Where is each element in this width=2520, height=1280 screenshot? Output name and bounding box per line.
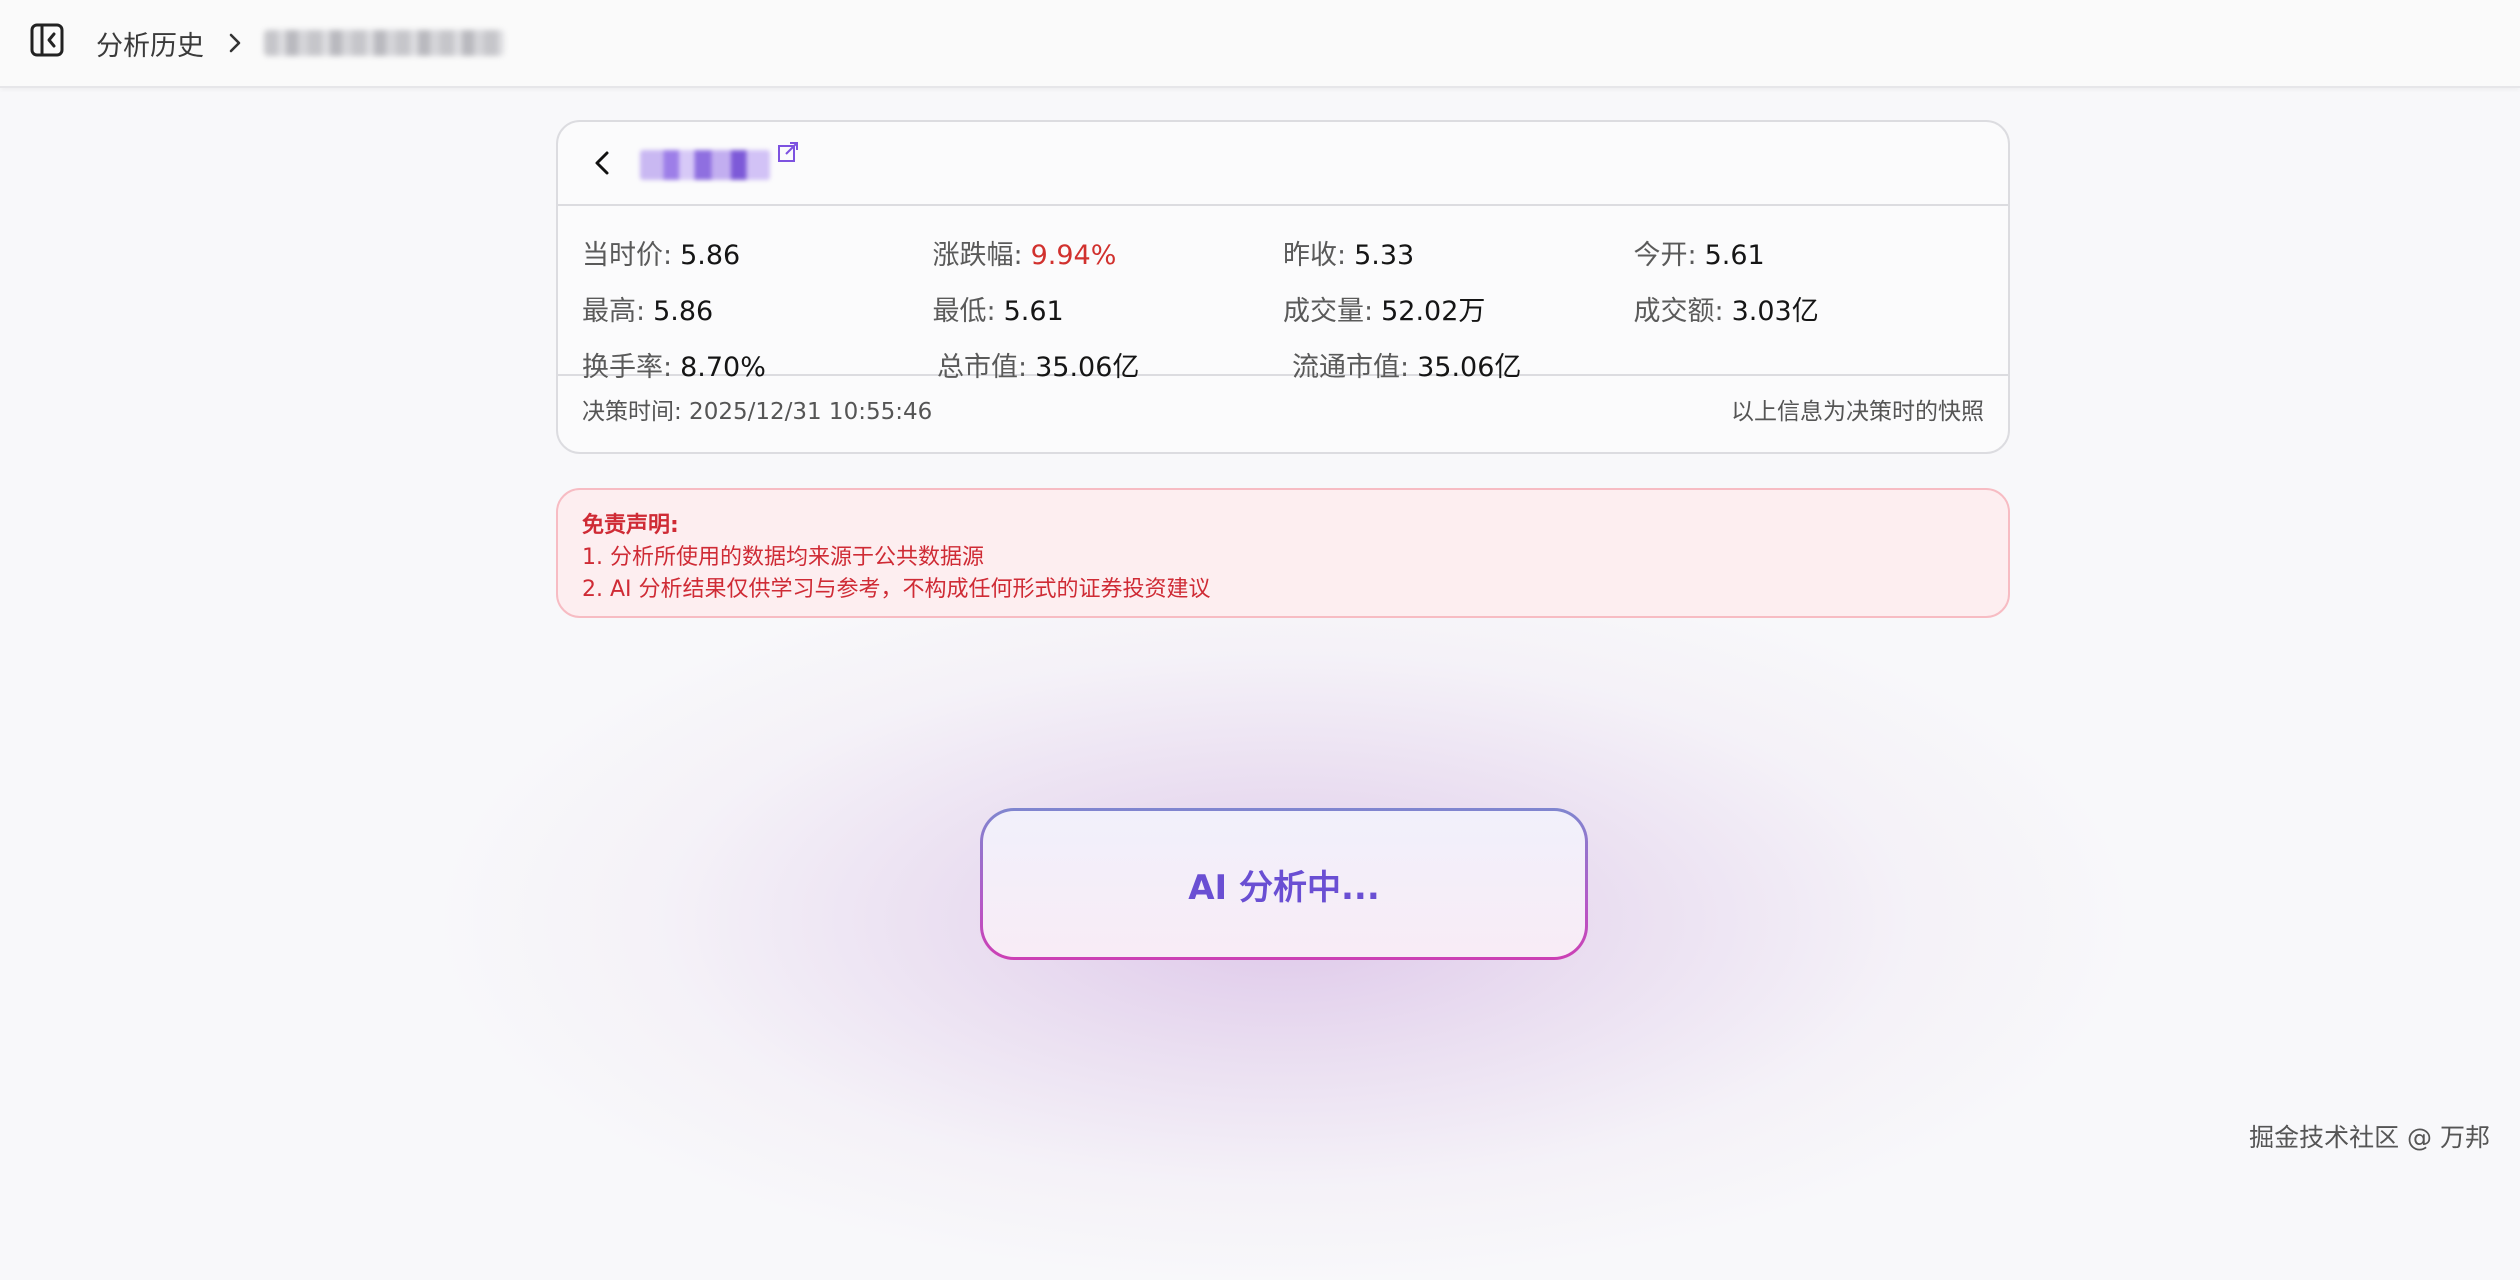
stat-value: 9.94% bbox=[1030, 239, 1117, 271]
stat-label: 成交额: bbox=[1633, 295, 1724, 327]
stat-label: 换手率: bbox=[582, 351, 673, 383]
stat-label: 昨收: bbox=[1283, 239, 1347, 271]
ai-analyzing-button[interactable]: AI 分析中... bbox=[980, 808, 1588, 960]
stat-value: 5.61 bbox=[1003, 295, 1064, 327]
stat-market-cap: 总市值: 35.06亿 bbox=[937, 345, 1292, 384]
stat-change-percent: 涨跌幅: 9.94% bbox=[933, 233, 1284, 272]
stat-high: 最高: 5.86 bbox=[582, 289, 933, 328]
stat-value: 52.02万 bbox=[1381, 295, 1486, 327]
stock-card-footer: 决策时间: 2025/12/31 10:55:46 以上信息为决策时的快照 bbox=[558, 376, 2008, 442]
snapshot-note: 以上信息为决策时的快照 bbox=[1731, 399, 1984, 425]
stat-label: 成交量: bbox=[1283, 295, 1374, 327]
stat-open: 今开: 5.61 bbox=[1634, 233, 1985, 272]
stock-snapshot-card: 当时价: 5.86 涨跌幅: 9.94% 昨收: 5.33 今开: 5.61 最高: 5.… bbox=[556, 120, 2010, 454]
breadcrumb-current-record bbox=[264, 30, 504, 56]
stat-label: 当时价: bbox=[582, 239, 673, 271]
stats-row: 当时价: 5.86 涨跌幅: 9.94% 昨收: 5.33 今开: 5.61 bbox=[582, 224, 1984, 280]
stat-turnover-amount: 成交额: 3.03亿 bbox=[1634, 289, 1985, 328]
stat-value: 5.86 bbox=[680, 239, 741, 271]
disclaimer-line: 1. 分析所使用的数据均来源于公共数据源 bbox=[582, 545, 984, 570]
stat-turnover-rate: 换手率: 8.70% bbox=[582, 345, 937, 384]
panel-collapse-icon[interactable] bbox=[30, 23, 64, 57]
chevron-left-icon[interactable] bbox=[588, 148, 618, 178]
disclaimer-box: 免责声明: 1. 分析所使用的数据均来源于公共数据源 2. AI 分析结果仅供学… bbox=[556, 488, 2010, 618]
stat-float-market-cap: 流通市值: 35.06亿 bbox=[1292, 345, 1647, 384]
stat-label: 今开: bbox=[1633, 239, 1697, 271]
stats-row: 最高: 5.86 最低: 5.61 成交量: 52.02万 成交额: 3.03亿 bbox=[582, 280, 1984, 336]
stat-prev-close: 昨收: 5.33 bbox=[1283, 233, 1634, 272]
stat-value: 35.06亿 bbox=[1035, 351, 1140, 383]
stock-card-header bbox=[558, 122, 2008, 206]
stat-current-price: 当时价: 5.86 bbox=[582, 233, 933, 272]
breadcrumb-analysis-history[interactable]: 分析历史 bbox=[96, 24, 204, 63]
stock-stats-grid: 当时价: 5.86 涨跌幅: 9.94% 昨收: 5.33 今开: 5.61 最高: 5.… bbox=[558, 206, 2008, 383]
stat-label: 总市值: bbox=[937, 351, 1028, 383]
stat-label: 最低: bbox=[932, 295, 996, 327]
stat-value: 5.86 bbox=[653, 295, 714, 327]
stat-low: 最低: 5.61 bbox=[933, 289, 1284, 328]
stat-value: 35.06亿 bbox=[1417, 351, 1522, 383]
external-link-icon[interactable] bbox=[776, 140, 800, 164]
breadcrumb: 分析历史 bbox=[96, 0, 504, 86]
stat-value: 3.03亿 bbox=[1731, 295, 1819, 327]
stat-value: 8.70% bbox=[680, 351, 766, 383]
stat-volume: 成交量: 52.02万 bbox=[1283, 289, 1634, 328]
stat-value: 5.33 bbox=[1354, 239, 1415, 271]
stock-name[interactable] bbox=[640, 150, 770, 180]
top-bar: 分析历史 bbox=[0, 0, 2520, 88]
disclaimer-title: 免责声明: bbox=[582, 513, 679, 538]
disclaimer-line: 2. AI 分析结果仅供学习与参考，不构成任何形式的证券投资建议 bbox=[582, 577, 1211, 602]
stat-label: 最高: bbox=[582, 295, 646, 327]
stat-label: 涨跌幅: bbox=[932, 239, 1023, 271]
decision-time: 决策时间: 2025/12/31 10:55:46 bbox=[582, 399, 933, 425]
watermark: 掘金技术社区 @ 万邦 bbox=[2249, 1123, 2490, 1152]
stat-value: 5.61 bbox=[1704, 239, 1765, 271]
chevron-right-icon bbox=[228, 32, 242, 54]
stat-label: 流通市值: bbox=[1292, 351, 1410, 383]
ai-analyzing-label: AI 分析中... bbox=[983, 811, 1585, 957]
